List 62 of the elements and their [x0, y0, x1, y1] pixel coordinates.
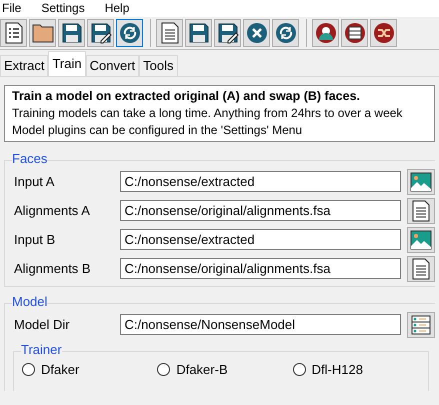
toolbar-button[interactable] — [370, 19, 397, 47]
save-icon — [60, 22, 82, 44]
image-icon — [410, 170, 432, 192]
tab[interactable]: Tools — [139, 55, 178, 76]
field-label: Model Dir — [13, 316, 71, 334]
field-label: Input A — [13, 172, 56, 191]
info-text: Training models can take a long time. Anything from 24hrs to over a week — [12, 105, 402, 122]
tab[interactable]: Extract — [0, 55, 48, 76]
toolbar-button[interactable] — [341, 19, 368, 47]
shuffle-icon — [372, 22, 394, 44]
browse-button[interactable] — [407, 198, 435, 224]
toolbar-button[interactable] — [272, 19, 299, 47]
tab[interactable]: Train — [48, 51, 86, 76]
browse-button[interactable] — [407, 256, 435, 282]
browse-button[interactable] — [407, 312, 435, 338]
refresh-icon — [118, 22, 140, 44]
radio-label: Dfaker-B — [176, 361, 228, 379]
path-input[interactable]: C:/nonsense/original/alignments.fsa — [120, 258, 402, 279]
document-icon — [410, 200, 432, 222]
toolbar-button[interactable] — [185, 19, 212, 47]
field-label: Alignments B — [13, 260, 92, 278]
save-pencil-icon — [90, 22, 112, 44]
field-label: Input B — [13, 230, 56, 249]
save-pencil-icon — [216, 22, 238, 44]
save-icon — [188, 22, 210, 44]
list-icon — [410, 314, 432, 336]
image-icon — [410, 228, 432, 250]
info-text: Model plugins can be configured in the 'Settings' Menu — [12, 122, 302, 139]
toolbar-button[interactable] — [312, 19, 339, 47]
toolbar-button[interactable] — [214, 19, 241, 47]
radio-label: Dfl-H128 — [312, 361, 363, 379]
toolbar-button[interactable] — [156, 19, 183, 47]
toolbar-button[interactable] — [0, 19, 27, 47]
document-icon — [158, 22, 180, 44]
menu-item[interactable]: Settings — [41, 0, 85, 17]
toolbar-button[interactable] — [29, 19, 56, 47]
person-icon — [314, 22, 336, 44]
document-icon — [410, 258, 432, 280]
radio-button[interactable] — [157, 363, 170, 376]
tab[interactable]: Convert — [86, 55, 140, 76]
info-title: Train a model on extracted original (A) and swap (B) faces. — [12, 88, 361, 105]
close-icon — [246, 22, 268, 44]
path-input[interactable]: C:/nonsense/extracted — [120, 171, 402, 192]
radio-label: Dfaker — [41, 361, 80, 379]
browse-button[interactable] — [407, 226, 435, 252]
toolbar-button[interactable] — [87, 19, 114, 47]
field-label: Alignments A — [13, 202, 91, 220]
refresh-icon — [274, 22, 296, 44]
menu-item[interactable]: File — [2, 0, 22, 17]
path-input[interactable]: C:/nonsense/extracted — [120, 229, 402, 250]
toolbar-button[interactable] — [243, 19, 270, 47]
toolbar-button[interactable] — [116, 19, 143, 47]
toolbar-button[interactable] — [58, 19, 85, 47]
path-input[interactable]: C:/nonsense/NonsenseModel — [120, 314, 402, 335]
path-input[interactable]: C:/nonsense/original/alignments.fsa — [120, 200, 402, 221]
folder-icon — [32, 22, 54, 44]
list-icon — [344, 22, 366, 44]
browse-button[interactable] — [407, 168, 435, 194]
radio-button[interactable] — [22, 363, 35, 376]
menu-item[interactable]: Help — [104, 0, 130, 17]
checklist-icon — [2, 22, 24, 44]
radio-button[interactable] — [292, 363, 306, 376]
